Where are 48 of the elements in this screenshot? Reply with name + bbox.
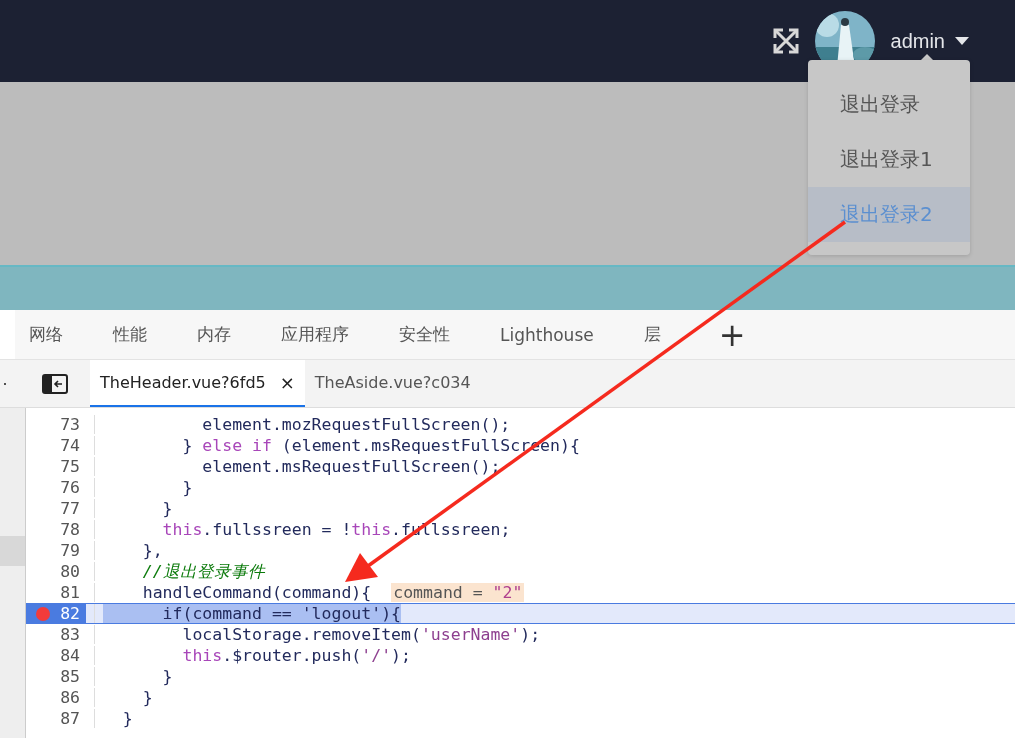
panel-tab[interactable]: 层 — [643, 323, 661, 346]
code-line: handleCommand(command){ — [141, 583, 372, 602]
line-number: 87 — [60, 709, 80, 728]
menu-item[interactable]: 退出登录 — [808, 77, 970, 132]
panel-tab[interactable]: 应用程序 — [281, 323, 349, 346]
sidebar-toggle-icon[interactable] — [42, 373, 68, 394]
line-number: 77 — [60, 499, 80, 518]
code-line: element.mozRequestFullScreen(); — [201, 415, 511, 434]
inline-value: command = "2" — [391, 583, 525, 602]
line-number: 80 — [60, 562, 80, 581]
code-line: } — [161, 667, 173, 686]
code-line: }, — [141, 541, 163, 560]
code-line: } — [141, 688, 153, 707]
code-line: localStorage.removeItem('userName'); — [181, 625, 541, 644]
line-number: 74 — [60, 436, 80, 455]
add-tab-button[interactable]: + — [718, 318, 746, 351]
menu-item[interactable]: 退出登录1 — [808, 132, 970, 187]
line-number: 75 — [60, 457, 80, 476]
line-number: 78 — [60, 520, 80, 539]
line-number: 83 — [60, 625, 80, 644]
line-number: 81 — [60, 583, 80, 602]
line-number: 84 — [60, 646, 80, 665]
line-number: 85 — [60, 667, 80, 686]
line-number: 86 — [60, 688, 80, 707]
scrollbar-thumb[interactable] — [0, 536, 25, 566]
code-line: this.$router.push('/'); — [181, 646, 411, 665]
close-icon[interactable]: × — [279, 372, 295, 393]
code-line: } — [181, 478, 193, 497]
code-line: } — [121, 709, 133, 728]
panel-tab[interactable]: 内存 — [197, 323, 231, 346]
panel-tab[interactable]: 网络 — [29, 323, 63, 346]
panel-tab[interactable]: 性能 — [113, 323, 147, 346]
code-line: } — [161, 499, 173, 518]
line-number: 82 — [60, 604, 80, 623]
panel-tab[interactable]: 安全性 — [399, 323, 450, 346]
line-number: 79 — [60, 541, 80, 560]
username[interactable]: admin — [890, 29, 945, 53]
more-dot[interactable]: · — [0, 360, 42, 407]
code-line: element.msRequestFullScreen(); — [201, 457, 501, 476]
breakpoint-marker[interactable]: 82 — [26, 604, 86, 623]
line-number: 73 — [60, 415, 80, 434]
caret-icon[interactable] — [955, 37, 969, 45]
code-line: //退出登录事件 — [141, 560, 265, 583]
fullscreen-icon[interactable] — [772, 28, 799, 54]
line-number: 76 — [60, 478, 80, 497]
file-tab[interactable]: TheHeader.vue?6fd5 × — [90, 360, 305, 407]
file-tab[interactable]: TheAside.vue?c034 — [304, 360, 481, 407]
panel-tab[interactable]: Lighthouse — [500, 324, 594, 345]
